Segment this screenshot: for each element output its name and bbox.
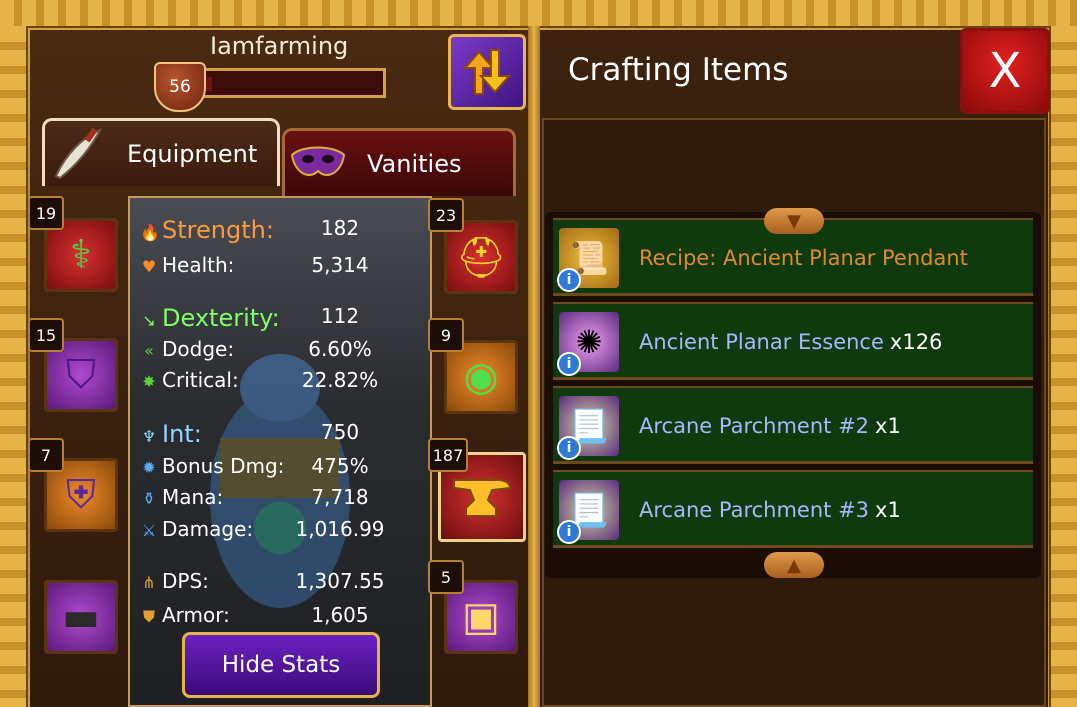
claw-icon: ⋔ <box>142 573 156 592</box>
info-icon[interactable]: i <box>557 520 581 544</box>
stat-critical-value: 22.82% <box>301 368 379 392</box>
stat-strength-label: 🔥Strength: <box>140 216 274 244</box>
tab-equipment[interactable]: Equipment <box>42 118 280 186</box>
belt-icon: ▬ <box>62 594 100 640</box>
int-icon: ♆ <box>141 427 157 446</box>
critical-icon: ✸ <box>142 372 156 391</box>
item-name: Ancient Planar Essence x126 <box>639 330 943 354</box>
item-qty: x1 <box>875 414 901 438</box>
info-icon[interactable]: i <box>557 268 581 292</box>
shield-icon: ⛊ <box>142 607 155 626</box>
flame-icon: 🔥 <box>140 223 160 242</box>
frame-left-border <box>0 26 28 707</box>
close-icon: X <box>988 43 1022 99</box>
slot-crafting-anvil-level: 187 <box>428 438 468 472</box>
info-icon[interactable]: i <box>557 436 581 460</box>
list-item[interactable]: 📃 i Arcane Parchment #3 x1 <box>553 470 1033 548</box>
crafting-list[interactable]: 📜 i Recipe: Ancient Planar Pendant ✺ i A… <box>545 212 1041 578</box>
frame-top-border <box>0 0 1077 28</box>
xp-bar-fill <box>205 77 212 91</box>
treasure-chest-icon: ▣ <box>462 594 500 640</box>
stat-dodge-label: «Dodge: <box>140 337 234 361</box>
stat-mana-label: ⚱ Mana: <box>140 485 223 509</box>
dagger-icon <box>45 124 111 184</box>
xp-bar <box>198 68 386 98</box>
dexterity-icon: ↘ <box>142 311 156 330</box>
stat-mana-value: 7,718 <box>311 485 369 509</box>
swap-arrows-icon <box>462 49 512 95</box>
close-button[interactable]: X <box>960 28 1050 114</box>
stat-damage-value: 1,016.99 <box>295 517 385 541</box>
stat-dps-value: 1,307.55 <box>295 569 385 593</box>
stat-health-label: ♥ Health: <box>141 253 235 277</box>
crossed-swords-icon: ⚔ <box>141 521 157 540</box>
slot-amulet-level: 9 <box>428 318 464 352</box>
scroll-up-button[interactable]: ▼ <box>764 208 824 234</box>
list-item[interactable]: 📃 i Arcane Parchment #2 x1 <box>553 386 1033 464</box>
stat-dodge-value: 6.60% <box>308 337 372 361</box>
stat-armor-value: 1,605 <box>311 603 369 627</box>
chevron-up-icon: ▲ <box>787 554 801 576</box>
slot-head-level: 15 <box>28 318 64 352</box>
stat-health-value: 5,314 <box>311 253 369 277</box>
frame-divider <box>528 26 540 707</box>
hood-icon: ⛉ <box>66 352 96 398</box>
player-name: Iamfarming <box>210 32 349 60</box>
slot-shoulders-level: 23 <box>428 198 464 232</box>
stat-dps-label: ⋔ DPS: <box>140 569 209 593</box>
slot-chest-level: 7 <box>28 438 64 472</box>
stat-strength-value: 182 <box>320 216 360 240</box>
stat-dexterity-label: ↘ Dexterity: <box>140 304 279 332</box>
swap-button[interactable] <box>448 34 526 110</box>
heart-icon: ♥ <box>141 257 157 276</box>
stat-armor-label: ⛊ Armor: <box>140 603 230 627</box>
item-name: Arcane Parchment #3 x1 <box>639 498 901 522</box>
mask-icon <box>285 134 351 194</box>
item-qty: x126 <box>889 330 943 354</box>
dodge-icon: « <box>144 341 154 360</box>
potion-icon: ⚱ <box>142 489 156 508</box>
armor-vest-icon: ⛨ <box>66 472 96 518</box>
slot-chest-reward-level: 5 <box>428 560 464 594</box>
gold-pauldron-icon: ⛑ <box>455 234 507 281</box>
level-badge: 56 <box>154 62 206 112</box>
slot-weapon-level: 19 <box>28 196 64 230</box>
scroll-down-button[interactable]: ▲ <box>764 552 824 578</box>
crafting-title: Crafting Items <box>568 52 789 88</box>
stat-bonus-dmg-label: ✹ Bonus Dmg: <box>140 454 284 478</box>
stat-bonus-dmg-value: 475% <box>311 454 369 478</box>
anvil-icon <box>453 479 512 517</box>
burst-icon: ✹ <box>142 458 156 477</box>
tab-equipment-label: Equipment <box>127 139 258 168</box>
chevron-down-icon: ▼ <box>787 210 801 232</box>
stat-int-label: ♆ Int: <box>141 420 202 448</box>
stat-int-value: 750 <box>320 420 360 444</box>
tab-vanities[interactable]: Vanities <box>282 128 516 196</box>
stats-panel: 🔥Strength: 182 ♥ Health: 5,314 ↘ Dexterity… <box>128 196 432 707</box>
slot-belt[interactable]: ▬ <box>44 580 118 654</box>
dragon-staff-icon: ⚕ <box>70 232 92 278</box>
amulet-icon: ◉ <box>463 354 499 400</box>
list-item[interactable]: ✺ i Ancient Planar Essence x126 <box>553 302 1033 380</box>
tab-vanities-label: Vanities <box>367 149 462 178</box>
stat-damage-label: ⚔ Damage: <box>141 517 254 541</box>
stat-dexterity-value: 112 <box>320 304 360 328</box>
item-name: Recipe: Ancient Planar Pendant <box>639 246 968 270</box>
hide-stats-button[interactable]: Hide Stats <box>182 632 380 698</box>
frame-right-border <box>1049 26 1077 707</box>
item-qty: x1 <box>875 498 901 522</box>
stat-critical-label: ✸ Critical: <box>140 368 238 392</box>
item-name: Arcane Parchment #2 x1 <box>639 414 901 438</box>
info-icon[interactable]: i <box>557 352 581 376</box>
